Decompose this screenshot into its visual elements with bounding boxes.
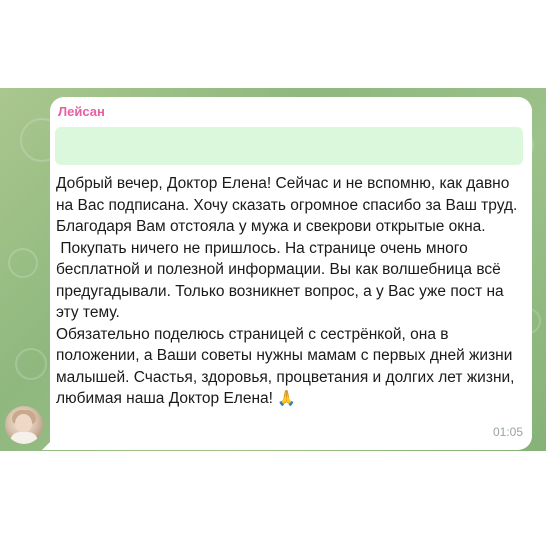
background-doodle [15, 348, 47, 380]
sender-name[interactable]: Лейсан [58, 104, 105, 119]
message-time: 01:05 [492, 425, 523, 439]
message-bubble[interactable]: Лейсан Добрый вечер, Доктор Елена! Сейча… [50, 97, 532, 450]
avatar-face [15, 414, 32, 433]
message-body: Добрый вечер, Доктор Елена! Сейчас и не … [56, 175, 518, 407]
background-doodle [8, 248, 38, 278]
message-text: Добрый вечер, Доктор Елена! Сейчас и не … [56, 173, 526, 410]
avatar-body [10, 432, 38, 444]
quoted-message[interactable] [55, 127, 523, 165]
folded-hands-icon: 🙏 [277, 390, 296, 407]
sender-avatar[interactable] [5, 406, 43, 444]
